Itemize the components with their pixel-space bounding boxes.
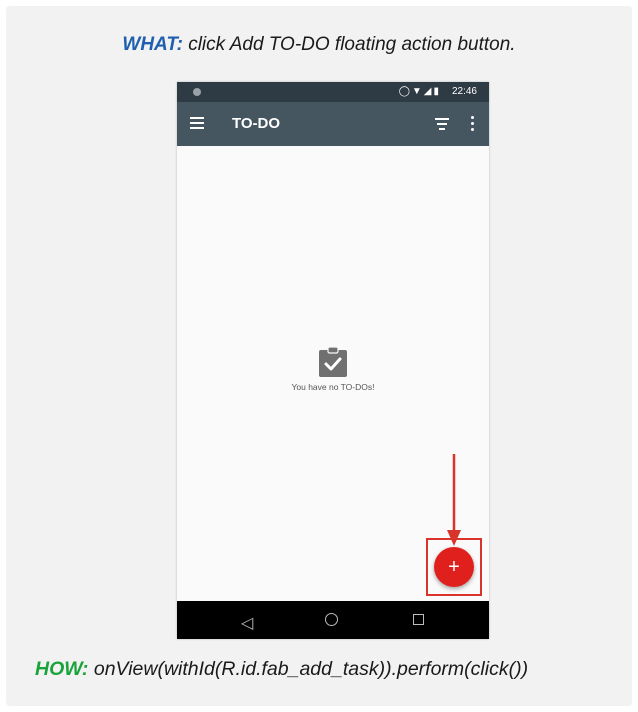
what-text: click Add TO-DO floating action button. <box>188 34 516 55</box>
what-key: WHAT: <box>122 34 183 55</box>
app-bar: TO-DO <box>177 102 489 146</box>
empty-state-message: You have no TO-DOs! <box>291 382 375 392</box>
pointer-arrow <box>447 454 461 546</box>
what-caption: WHAT: click Add TO-DO floating action bu… <box>0 34 638 56</box>
home-icon[interactable] <box>325 613 338 626</box>
status-icons: ◯▼◢▮ <box>398 86 441 97</box>
filter-icon[interactable] <box>435 118 449 130</box>
status-bar: ◯▼◢▮ 22:46 <box>177 82 489 102</box>
status-time: 22:46 <box>451 86 477 97</box>
how-text: onView(withId(R.id.fab_add_task)).perfor… <box>93 658 529 680</box>
back-icon[interactable]: ◁ <box>241 613 253 633</box>
how-key: HOW: <box>35 658 89 680</box>
app-title: TO-DO <box>232 115 281 132</box>
more-options-icon[interactable] <box>471 116 475 132</box>
hamburger-menu-icon[interactable] <box>190 117 204 129</box>
recent-apps-icon[interactable] <box>413 614 424 625</box>
add-task-fab-button[interactable]: + <box>434 547 474 587</box>
clipboard-check-icon <box>319 346 347 377</box>
phone-screen: ◯▼◢▮ 22:46 TO-DO You have no TO-DOs! + ◁ <box>177 82 489 639</box>
notification-dot-icon <box>193 88 201 96</box>
how-caption: HOW: onView(withId(R.id.fab_add_task)).p… <box>35 658 635 681</box>
system-nav-bar: ◁ <box>177 601 489 639</box>
